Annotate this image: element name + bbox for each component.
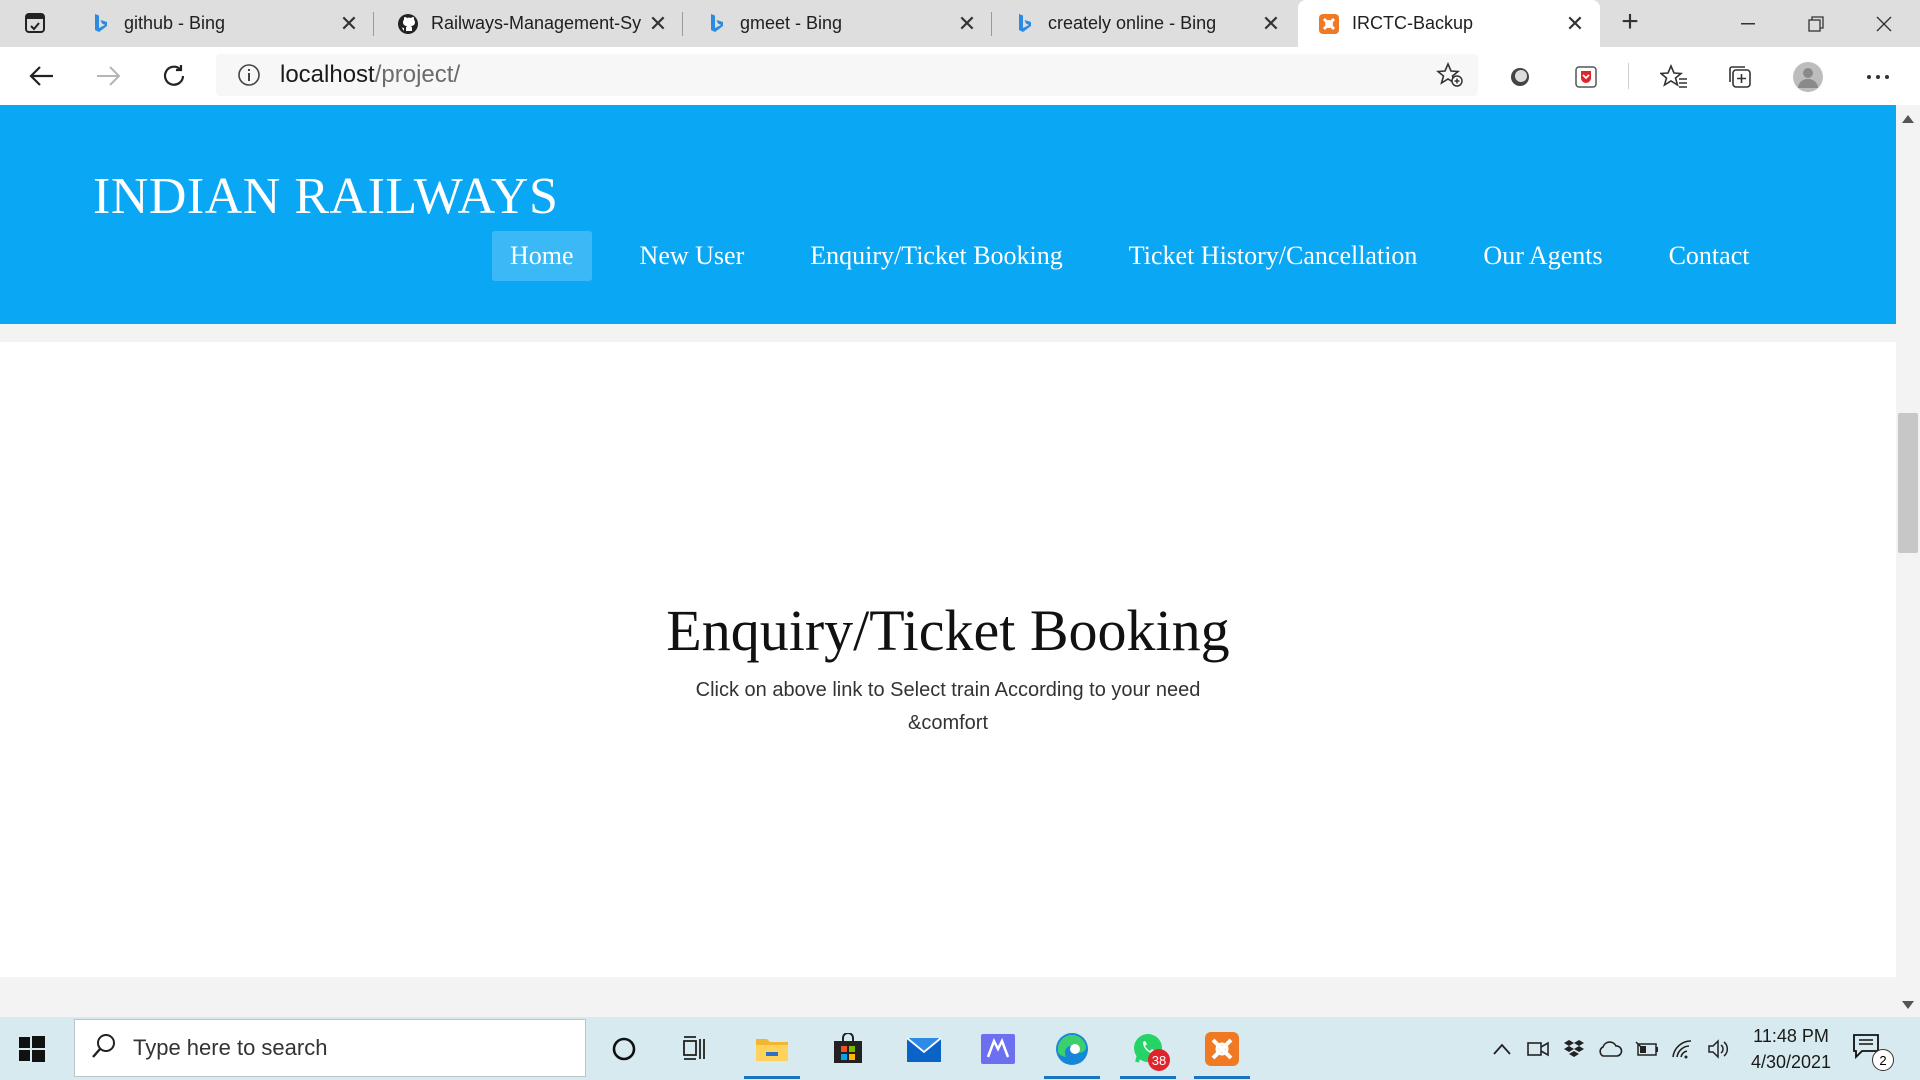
file-explorer-icon[interactable] xyxy=(744,1025,800,1079)
tab-github-repo[interactable]: Railways-Management-Sy ✕ xyxy=(377,0,683,47)
tab-title: IRCTC-Backup xyxy=(1352,13,1474,33)
site-nav: Home New User Enquiry/Ticket Booking Tic… xyxy=(492,231,1797,281)
tab-title: Railways-Management-Sy xyxy=(431,13,642,33)
windows-taskbar: Type here to search 38 11:48 PM 4/30/202… xyxy=(0,1017,1920,1080)
mail-icon[interactable] xyxy=(896,1025,952,1073)
meet-now-icon[interactable] xyxy=(1526,1035,1550,1063)
tab-irctc-backup[interactable]: IRCTC-Backup ✕ xyxy=(1298,0,1600,47)
task-view-icon[interactable] xyxy=(668,1025,724,1073)
site-header: INDIAN RAILWAYS Home New User Enquiry/Ti… xyxy=(0,105,1896,324)
whatsapp-badge: 38 xyxy=(1148,1049,1170,1071)
tab-gmeet-bing[interactable]: gmeet - Bing ✕ xyxy=(686,0,992,47)
page-viewport: INDIAN RAILWAYS Home New User Enquiry/Ti… xyxy=(0,105,1896,1017)
site-title: INDIAN RAILWAYS xyxy=(93,168,559,225)
clock-time: 11:48 PM xyxy=(1753,1026,1829,1046)
hero-title: Enquiry/Ticket Booking xyxy=(666,598,1230,663)
clock-date: 4/30/2021 xyxy=(1750,1052,1832,1072)
cortana-icon[interactable] xyxy=(596,1025,652,1073)
restore-icon[interactable] xyxy=(1782,0,1850,47)
scroll-down-arrow-icon[interactable] xyxy=(1902,1001,1914,1009)
battery-icon[interactable] xyxy=(1634,1035,1660,1063)
nav-new-user[interactable]: New User xyxy=(622,231,763,281)
search-icon xyxy=(91,1033,117,1064)
back-icon[interactable] xyxy=(22,57,62,95)
url-text: localhost/project/ xyxy=(280,61,460,89)
close-window-icon[interactable] xyxy=(1850,0,1918,47)
url-path: /project/ xyxy=(374,61,461,88)
nav-contact[interactable]: Contact xyxy=(1651,231,1768,281)
forward-icon[interactable] xyxy=(88,57,128,95)
tab-creately-bing[interactable]: creately online - Bing ✕ xyxy=(994,0,1296,47)
nav-our-agents[interactable]: Our Agents xyxy=(1465,231,1620,281)
tab-github-bing[interactable]: github - Bing ✕ xyxy=(70,0,374,47)
close-icon[interactable]: ✕ xyxy=(643,11,673,37)
nav-home[interactable]: Home xyxy=(492,231,592,281)
nav-enquiry-ticket-booking[interactable]: Enquiry/Ticket Booking xyxy=(792,231,1081,281)
github-icon xyxy=(397,13,419,35)
wifi-icon[interactable] xyxy=(1670,1035,1696,1063)
xampp-icon xyxy=(1318,13,1340,35)
bing-icon xyxy=(706,13,728,35)
close-icon[interactable]: ✕ xyxy=(334,11,364,37)
notification-count: 2 xyxy=(1872,1049,1894,1071)
tab-title: github - Bing xyxy=(124,13,226,33)
new-tab-button[interactable]: + xyxy=(1612,7,1648,38)
volume-icon[interactable] xyxy=(1706,1035,1732,1063)
address-bar[interactable]: localhost/project/ xyxy=(216,54,1478,96)
windows-start-icon[interactable] xyxy=(14,1031,50,1067)
xampp-icon[interactable] xyxy=(1194,1025,1250,1079)
pocket-extension-icon[interactable] xyxy=(1568,59,1604,95)
bing-icon xyxy=(1014,13,1036,35)
browser-toolbar: localhost/project/ xyxy=(0,47,1920,106)
favorites-icon[interactable] xyxy=(1656,59,1692,95)
tab-actions-icon[interactable] xyxy=(14,8,56,38)
hero-section: Enquiry/Ticket Booking Click on above li… xyxy=(0,342,1896,977)
extension-circle-icon[interactable] xyxy=(1502,59,1538,95)
page-scrollbar[interactable] xyxy=(1896,105,1920,1017)
taskbar-search[interactable]: Type here to search xyxy=(74,1019,586,1077)
microsoft-edge-icon[interactable] xyxy=(1044,1025,1100,1079)
chevron-up-icon[interactable] xyxy=(1490,1035,1514,1063)
collections-icon[interactable] xyxy=(1722,59,1758,95)
minimize-icon[interactable] xyxy=(1714,0,1782,47)
close-icon[interactable]: ✕ xyxy=(1560,11,1590,37)
url-host: localhost xyxy=(280,61,375,88)
nav-ticket-history-cancellation[interactable]: Ticket History/Cancellation xyxy=(1111,231,1436,281)
close-icon[interactable]: ✕ xyxy=(1256,11,1286,37)
onedrive-icon[interactable] xyxy=(1596,1035,1624,1063)
search-placeholder: Type here to search xyxy=(133,1035,328,1060)
profile-avatar[interactable] xyxy=(1790,59,1826,95)
bing-icon xyxy=(90,13,112,35)
tab-strip: github - Bing ✕ Railways-Management-Sy ✕… xyxy=(0,0,1920,47)
dropbox-icon[interactable] xyxy=(1562,1035,1586,1063)
more-options-icon[interactable] xyxy=(1860,59,1896,95)
tab-title: creately online - Bing xyxy=(1048,13,1217,33)
hero-subtitle: Click on above link to Select train Acco… xyxy=(695,679,1201,734)
close-icon[interactable]: ✕ xyxy=(952,11,982,37)
scroll-up-arrow-icon[interactable] xyxy=(1902,115,1914,123)
info-icon[interactable] xyxy=(236,62,262,88)
add-favorite-icon[interactable] xyxy=(1435,61,1464,93)
whatsapp-icon[interactable]: 38 xyxy=(1120,1025,1176,1079)
power-automate-icon[interactable] xyxy=(970,1025,1026,1073)
notification-center-icon[interactable]: 2 xyxy=(1852,1033,1894,1071)
microsoft-store-icon[interactable] xyxy=(820,1025,876,1073)
refresh-icon[interactable] xyxy=(154,57,194,95)
tab-title: gmeet - Bing xyxy=(740,13,843,33)
toolbar-divider xyxy=(1628,63,1629,89)
system-clock[interactable]: 11:48 PM 4/30/2021 xyxy=(1736,1023,1846,1075)
scroll-thumb[interactable] xyxy=(1898,413,1918,553)
